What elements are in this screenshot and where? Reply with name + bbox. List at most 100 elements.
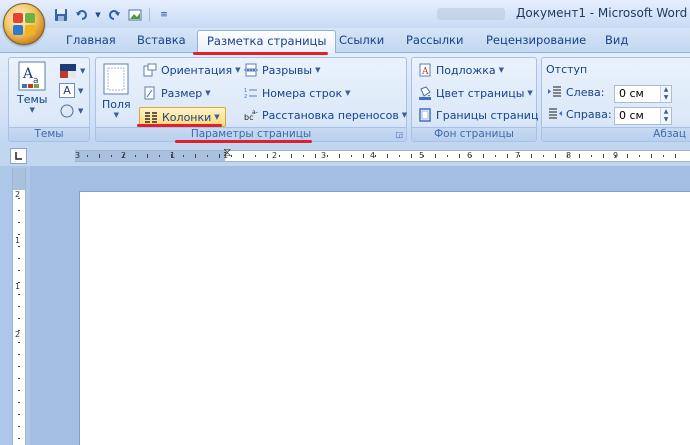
- ruler-tick: [159, 155, 160, 157]
- tab-home[interactable]: Главная: [66, 33, 116, 47]
- line-numbers-button[interactable]: 12 Номера строк ▼: [244, 86, 351, 101]
- indent-left-label: Слева:: [548, 85, 604, 99]
- highlight-underline-tab: [193, 52, 328, 55]
- dialog-launcher-icon[interactable]: ◲: [395, 130, 403, 139]
- chevron-down-icon: ▼: [345, 89, 351, 97]
- group-label-page-background: Фон страницы: [412, 127, 536, 141]
- breaks-label: Разрывы: [262, 63, 313, 77]
- ruler-tick: [18, 282, 20, 283]
- ruler-tick: [315, 154, 316, 158]
- page-setup-label: Параметры страницы: [190, 128, 312, 140]
- ruler-tick: [18, 378, 20, 379]
- tab-insert[interactable]: Вставка: [137, 33, 186, 47]
- chevron-down-icon: ▼: [78, 86, 84, 95]
- redo-icon[interactable]: [105, 6, 123, 23]
- ribbon: A a Темы ▼ ▼ A ▼ ▼ Темы Поля ▼ Ориентаци…: [0, 52, 690, 144]
- ruler-tick: [99, 154, 100, 158]
- ruler-tick: [279, 155, 280, 157]
- page-borders-button[interactable]: Границы страниц: [418, 108, 538, 122]
- top-margin-region: [13, 168, 25, 190]
- page-borders-icon: [419, 108, 431, 122]
- group-label-themes: Темы: [9, 127, 89, 141]
- chevron-down-icon: ▼: [315, 66, 321, 74]
- size-button[interactable]: Размер ▼: [143, 86, 211, 100]
- office-button[interactable]: [3, 3, 45, 45]
- ruler-tick: [18, 246, 20, 247]
- ruler-tick: [627, 154, 628, 158]
- watermark-icon: A: [419, 63, 431, 77]
- ruler-number: 1: [15, 236, 21, 245]
- ruler-tick: [543, 155, 544, 157]
- tab-view[interactable]: Вид: [605, 33, 628, 47]
- undo-icon[interactable]: [73, 6, 91, 23]
- ruler-tick: [255, 155, 256, 157]
- ruler-tick: [507, 154, 508, 158]
- vertical-ruler[interactable]: 2112: [12, 168, 26, 445]
- ruler-tick: [18, 438, 20, 439]
- document-page[interactable]: [79, 191, 690, 445]
- ruler-tick: [18, 222, 20, 223]
- window-title: Документ1 - Microsoft Word: [516, 6, 688, 20]
- left-margin-region: [75, 151, 225, 161]
- breaks-button[interactable]: Разрывы ▼: [244, 63, 320, 77]
- ruler-tick: [267, 154, 268, 158]
- ruler-number: 1: [15, 282, 21, 291]
- tab-stop-left-icon: [15, 152, 22, 160]
- chevron-down-icon: ▼: [113, 111, 120, 119]
- margins-label: Поля: [102, 98, 131, 111]
- save-icon[interactable]: [52, 6, 70, 23]
- picture-icon[interactable]: [126, 6, 144, 23]
- ruler-tick: [423, 155, 424, 157]
- indent-right-label: Справа:: [548, 107, 612, 121]
- page-color-button[interactable]: Цвет страницы ▼: [418, 86, 533, 100]
- indent-marker-icon[interactable]: ⧖: [223, 145, 231, 160]
- svg-text:2: 2: [244, 94, 247, 100]
- spinner-arrows-icon[interactable]: ▲ ▼: [660, 108, 671, 124]
- themes-button[interactable]: A a Темы ▼: [17, 61, 47, 114]
- watermark-button[interactable]: A Подложка ▼: [418, 63, 504, 77]
- group-themes: A a Темы ▼ ▼ A ▼ ▼ Темы: [8, 57, 90, 142]
- tab-page-layout[interactable]: Разметка страницы: [197, 30, 337, 53]
- theme-effects-button[interactable]: ▼: [59, 103, 83, 119]
- ruler-tick: [447, 155, 448, 157]
- chevron-down-icon: ▼: [527, 89, 533, 97]
- chevron-down-icon: ▼: [401, 111, 408, 119]
- tab-review[interactable]: Рецензирование: [486, 33, 586, 47]
- ruler-tick: [111, 155, 112, 157]
- orientation-button[interactable]: Ориентация ▼: [143, 63, 241, 77]
- ruler-tick: [171, 154, 172, 158]
- ribbon-tab-row: Главная Вставка Разметка страницы Ссылки…: [0, 28, 690, 53]
- svg-text:A: A: [421, 67, 429, 77]
- indent-left-input[interactable]: 0 см ▲ ▼: [614, 85, 672, 103]
- group-label-page-setup: Параметры страницы ◲: [96, 127, 406, 141]
- ruler-tick: [339, 154, 340, 158]
- chevron-down-icon: ▼: [235, 66, 241, 74]
- customize-icon[interactable]: ≡: [155, 6, 173, 23]
- hyphenation-button[interactable]: bc a- Расстановка переносов ▼: [244, 108, 408, 123]
- ruler-tick: [18, 354, 20, 355]
- ruler-tick: [327, 155, 328, 157]
- ruler-tick: [483, 154, 484, 158]
- chevron-down-icon: ▼: [205, 89, 211, 97]
- margins-button[interactable]: Поля ▼: [102, 63, 131, 119]
- ruler-tick: [18, 294, 20, 295]
- horizontal-ruler[interactable]: 321123456789: [75, 150, 690, 162]
- chevron-down-icon: ▼: [498, 66, 505, 74]
- ruler-tick: [18, 342, 20, 343]
- spinner-arrows-icon[interactable]: ▲ ▼: [660, 86, 671, 102]
- tab-references[interactable]: Ссылки: [339, 33, 384, 47]
- ruler-tick: [531, 154, 532, 158]
- ruler-tick: [519, 155, 520, 157]
- theme-fonts-button[interactable]: A ▼: [59, 83, 83, 98]
- hyphenation-icon: bca-: [244, 109, 258, 122]
- tab-mailings[interactable]: Рассылки: [406, 33, 463, 47]
- chevron-down-icon[interactable]: ▼: [94, 6, 102, 23]
- theme-colors-button[interactable]: ▼: [59, 63, 85, 79]
- ruler-tick: [639, 155, 640, 157]
- indent-right-input[interactable]: 0 см ▲ ▼: [614, 107, 672, 125]
- ruler-tick: [18, 270, 20, 271]
- ruler-tick: [603, 154, 604, 158]
- indent-title: Отступ: [546, 63, 588, 76]
- ruler-tick: [291, 154, 292, 158]
- tab-selector-button[interactable]: [10, 148, 27, 164]
